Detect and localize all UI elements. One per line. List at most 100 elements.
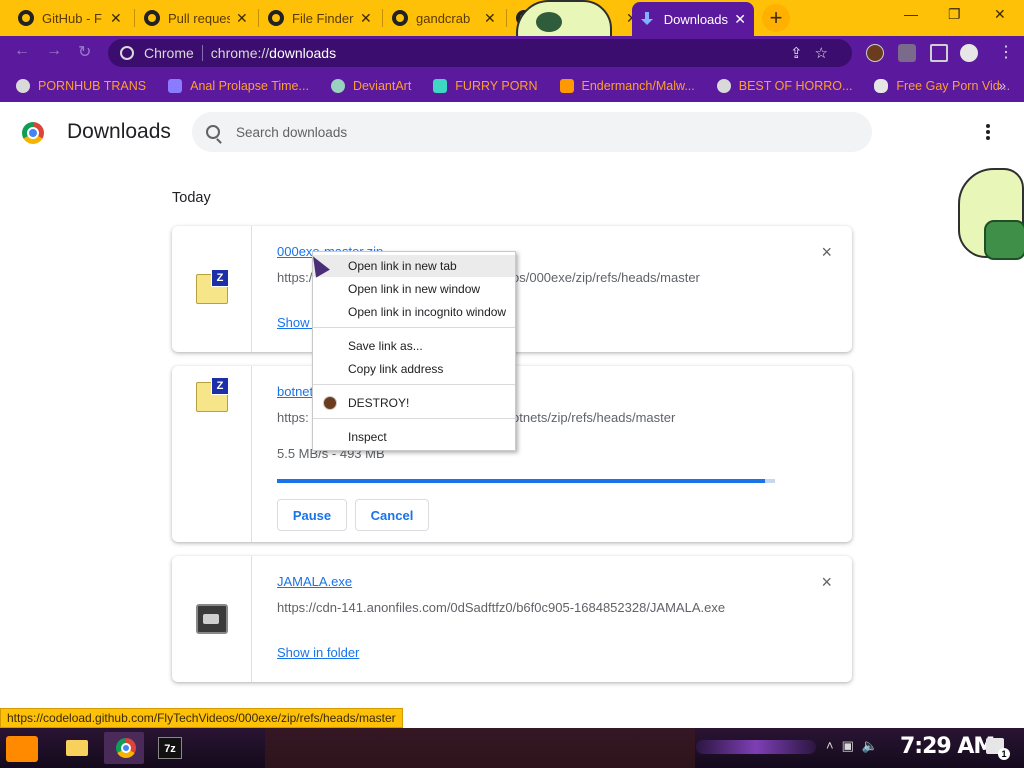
taskbar-chrome[interactable] [104, 732, 144, 764]
close-icon[interactable]: ✕ [110, 10, 122, 27]
clock[interactable]: 7:29 AM [900, 734, 995, 759]
download-progress-bar [277, 479, 775, 483]
menu-item-inspect[interactable]: Inspect [313, 426, 515, 448]
tab-separator [134, 9, 135, 27]
zip-file-icon [196, 269, 229, 304]
forward-arrow-icon[interactable]: → [46, 42, 62, 60]
tab-label: GitHub - F [42, 10, 102, 26]
tab-pull-requests[interactable]: Pull reques ✕ [136, 4, 256, 32]
tab-downloads[interactable]: Downloads ✕ [632, 2, 754, 36]
download-icon [640, 11, 654, 27]
download-item: JAMALA.exe https://cdn-141.anonfiles.com… [172, 556, 852, 682]
bookmark-label: BEST OF HORRO... [738, 79, 853, 93]
search-input[interactable]: Search downloads [192, 112, 872, 152]
github-icon [392, 10, 408, 26]
show-in-folder-link[interactable]: Show in folder [277, 645, 359, 660]
star-icon[interactable]: ☆ [815, 45, 840, 62]
close-icon[interactable]: ✕ [734, 11, 746, 28]
menu-item-save-link-as[interactable]: Save link as... [313, 335, 515, 357]
close-icon[interactable]: ✕ [360, 10, 372, 27]
file-icon-column [172, 366, 252, 542]
theme-character-image [958, 168, 1024, 260]
address-bar[interactable]: Chrome chrome:// downloads ⇪☆ [108, 39, 852, 67]
close-icon[interactable]: ✕ [236, 10, 248, 27]
7zip-icon: 7z [158, 737, 182, 759]
menu-item-open-new-window[interactable]: Open link in new window [313, 278, 515, 300]
share-icon[interactable]: ⇪ [790, 45, 815, 62]
tab-strip: GitHub - F ✕ Pull reques ✕ File Finder ✕… [0, 0, 1024, 36]
bookmark-icon [168, 79, 183, 93]
bookmark-item[interactable]: PORNHUB TRANS [16, 79, 146, 93]
taskbar-explorer[interactable] [56, 732, 96, 764]
bookmark-item[interactable]: DeviantArt [330, 79, 412, 93]
site-name: Chrome [144, 45, 194, 61]
tab-separator [258, 9, 259, 27]
bookmark-item[interactable]: Anal Prolapse Time... [168, 79, 309, 93]
browser-menu-icon[interactable]: ⋮ [998, 42, 1014, 62]
globe-icon [16, 79, 30, 93]
folder-icon [66, 740, 88, 756]
ph-icon [559, 79, 574, 93]
bookmark-label: FURRY PORN [455, 79, 538, 93]
omnibox-actions: ⇪☆ [790, 44, 840, 62]
menu-item-copy-link-address[interactable]: Copy link address [313, 358, 515, 380]
profile-avatar-icon[interactable] [960, 44, 978, 62]
start-icon[interactable] [6, 736, 38, 762]
downloads-header: Downloads Search downloads [0, 102, 1024, 162]
notification-icon[interactable]: 1 [986, 738, 1010, 760]
back-arrow-icon[interactable]: ← [14, 42, 30, 60]
skull-icon [874, 79, 889, 93]
more-options-icon[interactable] [986, 124, 990, 142]
file-url-prefix: https: [277, 410, 309, 425]
bookmark-item[interactable]: BEST OF HORRO... [716, 79, 853, 93]
tab-separator [382, 9, 383, 27]
tab-gandcrab[interactable]: gandcrab ✕ [384, 4, 504, 32]
tab-separator [506, 9, 507, 27]
taskbar: 7z ˄▣🔈 7:29 AM 1 [0, 728, 1024, 768]
exe-file-icon [196, 604, 228, 634]
pause-button[interactable]: Pause [277, 499, 347, 531]
menu-item-destroy[interactable]: DESTROY! [313, 392, 515, 414]
context-menu: Open link in new tab Open link in new wi… [312, 251, 516, 451]
date-heading: Today [172, 190, 211, 206]
chrome-site-icon [120, 46, 134, 60]
close-window-button[interactable]: ✕ [994, 6, 1006, 23]
bookmark-item[interactable]: Endermanch/Malw... [559, 79, 695, 93]
minimize-button[interactable]: — [904, 6, 918, 22]
bookmark-item[interactable]: Free Gay Porn Vid... [874, 79, 1010, 93]
network-icon[interactable]: ▣ [842, 738, 862, 753]
remove-download-icon[interactable]: × [821, 572, 832, 593]
menu-separator [313, 418, 515, 419]
menu-separator [313, 384, 515, 385]
tab-label: gandcrab [416, 10, 471, 26]
bookmark-item[interactable]: FURRY PORN [433, 79, 538, 93]
profile-extension-icon[interactable] [866, 44, 884, 62]
menu-item-open-new-tab[interactable]: Open link in new tab [313, 255, 515, 277]
close-icon[interactable]: ✕ [484, 10, 496, 27]
taskbar-7zip[interactable]: 7z [150, 732, 190, 764]
chrome-icon [116, 738, 136, 758]
chevron-up-icon[interactable]: ˄ [826, 738, 842, 753]
github-icon [18, 10, 34, 26]
volume-icon[interactable]: 🔈 [862, 738, 886, 753]
side-panel-icon[interactable] [930, 44, 948, 62]
tab-label: File Finder [292, 10, 354, 26]
search-icon [206, 125, 220, 139]
cancel-button[interactable]: Cancel [355, 499, 429, 531]
new-tab-button[interactable]: + [762, 4, 790, 32]
file-name-link[interactable]: JAMALA.exe [277, 574, 352, 589]
tab-file-finder[interactable]: File Finder ✕ [260, 4, 380, 32]
remove-download-icon[interactable]: × [821, 242, 832, 263]
bookmark-label: Anal Prolapse Time... [190, 79, 309, 93]
reload-icon[interactable]: ↻ [78, 42, 91, 62]
maximize-button[interactable]: ❐ [948, 6, 961, 23]
file-url-suffix: otnets/zip/refs/heads/master [512, 410, 676, 425]
github-icon [144, 10, 160, 26]
tab-github[interactable]: GitHub - F ✕ [10, 4, 130, 32]
menu-item-open-incognito[interactable]: Open link in incognito window [313, 301, 515, 323]
bookmark-label: DeviantArt [352, 79, 412, 93]
extensions-puzzle-icon[interactable] [898, 44, 916, 62]
tab-label: Downloads [663, 11, 729, 27]
menu-item-label: DESTROY! [348, 396, 410, 410]
bookmarks-overflow-icon[interactable]: » [998, 77, 1006, 93]
